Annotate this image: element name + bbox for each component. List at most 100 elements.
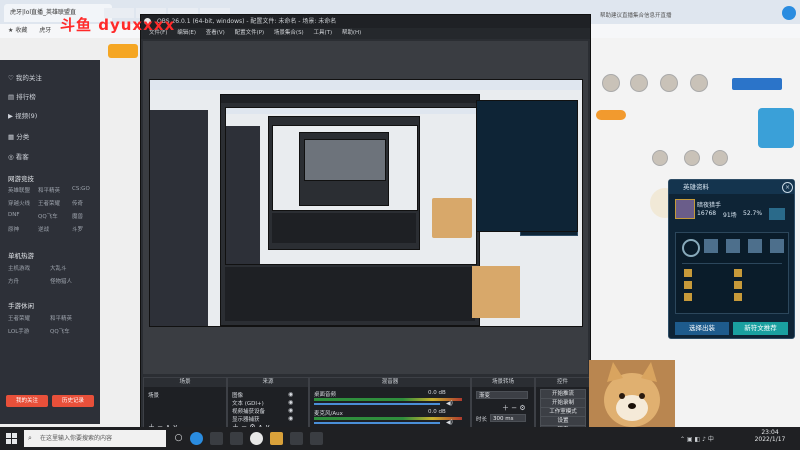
site-logo[interactable] [108, 44, 138, 58]
taskbar-app-icon[interactable] [310, 432, 323, 445]
avatar[interactable] [652, 150, 668, 166]
sidebar-link[interactable]: DNF [8, 212, 20, 218]
taskbar-app-icon[interactable] [270, 432, 283, 445]
transitions-dock-header: 场景转场 [472, 378, 534, 387]
bookmark-item[interactable]: 虎牙 [39, 27, 51, 34]
sidebar-link[interactable]: CS:GO [72, 186, 90, 192]
browser-logo-icon[interactable] [782, 6, 796, 20]
my-follow-button[interactable]: 我的关注 [6, 395, 48, 407]
sidebar-link[interactable]: 传奇 [72, 199, 83, 207]
eye-icon[interactable]: ◉ [288, 399, 293, 406]
taskbar-app-icon[interactable] [230, 432, 243, 445]
sidebar-link[interactable]: QQ飞车 [38, 212, 58, 220]
eye-icon[interactable]: ◉ [288, 415, 293, 422]
close-icon[interactable]: × [782, 182, 793, 193]
nested-capture-2 [225, 107, 477, 265]
nested-obs-titlebar [221, 95, 479, 103]
sidebar-link[interactable]: 斗罗 [72, 225, 83, 233]
avatar[interactable] [712, 150, 728, 166]
avatar[interactable] [660, 74, 678, 92]
sidebar-group-title: 单机热游 [8, 252, 34, 260]
avatar[interactable] [602, 74, 620, 92]
sidebar-link[interactable]: 王者荣耀 [38, 199, 60, 207]
taskbar-app-icon[interactable] [210, 432, 223, 445]
menu-item-edit[interactable]: 编辑(E) [177, 30, 196, 36]
sidebar-link[interactable]: 魔兽 [72, 212, 83, 220]
volume-slider[interactable] [314, 403, 440, 405]
speaker-icon[interactable]: ◀) [446, 400, 453, 407]
dog-image [432, 198, 472, 238]
transition-type-select[interactable]: 渐变 [476, 391, 528, 399]
task-view-icon[interactable]: ○ [172, 432, 185, 445]
windows-taskbar: 在这里输入你要搜索的内容 ⌕ ○ ⌃ ▣ ◧ ♪ 中 23:04 2022/1/… [0, 427, 800, 450]
source-item[interactable]: 图像 [232, 391, 243, 399]
avatar[interactable] [690, 74, 708, 92]
transitions-dock: 场景转场 渐变 ＋ − ⚙ 时长 300 ms [471, 377, 535, 431]
promo-banner[interactable] [758, 108, 794, 148]
obs-title-bar: OBS 26.0.1 (64-bit, windows) - 配置文件: 未命名… [141, 15, 590, 28]
sidebar-item-category[interactable]: ▦ 分类 [8, 131, 29, 141]
scene-item[interactable]: 场景 [148, 391, 159, 399]
scenes-dock-header: 场景 [144, 378, 226, 387]
sidebar-item-rank[interactable]: ▤ 排行榜 [8, 91, 36, 101]
volume-slider[interactable] [314, 422, 440, 424]
audio-meter [314, 417, 462, 420]
sidebar-item-video[interactable]: ▶ 视频(9) [8, 110, 37, 120]
source-item[interactable]: 视频捕获设备 [232, 407, 265, 415]
pc-client-button[interactable] [732, 78, 782, 90]
sidebar-link[interactable]: 主机游戏 [8, 264, 30, 272]
mixer-channel-name: 麦克风/Aux [314, 411, 343, 417]
sidebar-link[interactable]: 和平精英 [50, 314, 72, 322]
taskbar-clock[interactable]: 23:04 2022/1/17 [748, 429, 792, 443]
stat-icon [684, 281, 692, 289]
menu-item-tools[interactable]: 工具(T) [313, 30, 332, 36]
sidebar-link[interactable]: 怪物猎人 [50, 277, 72, 285]
sidebar-link[interactable]: 方舟 [8, 277, 19, 285]
nested-obs-1 [220, 94, 480, 326]
history-button[interactable]: 历史记录 [52, 395, 94, 407]
sidebar-link[interactable]: 穿越火线 [8, 199, 30, 207]
taskbar-app-icon[interactable] [290, 432, 303, 445]
hero-portrait [675, 199, 695, 219]
item-icon [770, 239, 784, 253]
sidebar-link[interactable]: 英雄联盟 [8, 186, 30, 194]
sidebar-item-follow[interactable]: ♡ 我的关注 [8, 72, 42, 82]
windows-start-icon[interactable] [6, 433, 17, 444]
avatar[interactable] [630, 74, 648, 92]
eye-icon[interactable]: ◉ [288, 407, 293, 414]
sidebar-link[interactable]: 王者荣耀 [8, 314, 30, 322]
sidebar-group-title: 手游休闲 [8, 302, 34, 310]
watermark-text: 斗鱼 dyuxxxx [60, 16, 176, 34]
source-item[interactable]: 文本 (GDI+) [232, 399, 264, 407]
avatar[interactable] [684, 150, 700, 166]
nested-browser-bar [150, 80, 582, 90]
stat-icon [684, 293, 692, 301]
sidebar-link[interactable]: LOL手游 [8, 327, 29, 335]
sidebar-item-viewer[interactable]: ◎ 看客 [8, 151, 29, 161]
sidebar-link[interactable]: 原神 [8, 225, 19, 233]
sidebar-link[interactable]: 大乱斗 [50, 264, 67, 272]
taskbar-search-input[interactable]: 在这里输入你要搜索的内容 [24, 430, 166, 447]
duration-input[interactable]: 300 ms [490, 414, 526, 422]
transition-add-remove[interactable]: ＋ − ⚙ [502, 403, 526, 413]
select-build-button[interactable]: 选择出装 [675, 322, 729, 335]
system-tray-icons[interactable]: ⌃ ▣ ◧ ♪ 中 [680, 434, 740, 443]
sidebar-link[interactable]: 逆战 [38, 225, 49, 233]
obs-taskbar-icon[interactable] [250, 432, 263, 445]
menu-item-profile[interactable]: 配置文件(P) [235, 30, 265, 36]
bookmark-item[interactable]: 收藏 [15, 27, 27, 34]
obs-preview[interactable] [143, 41, 588, 374]
menu-item-scene-collection[interactable]: 场景集合(S) [274, 30, 304, 36]
menu-item-view[interactable]: 查看(V) [206, 30, 225, 36]
nested-capture-3 [272, 125, 418, 211]
speaker-icon[interactable]: ◀) [446, 419, 453, 426]
webcam-dog-image [589, 360, 675, 427]
eye-icon[interactable]: ◉ [288, 391, 293, 398]
sidebar-link[interactable]: 和平精英 [38, 186, 60, 194]
hero-stat-games: 91场 [723, 212, 737, 219]
sidebar-link[interactable]: QQ飞车 [50, 327, 70, 335]
rune-recommend-button[interactable]: 新符文推荐 [733, 322, 788, 335]
hero-card-header: 英雄资料 [669, 180, 794, 194]
browser-taskbar-icon[interactable] [190, 432, 203, 445]
menu-item-help[interactable]: 帮助(H) [342, 30, 361, 36]
